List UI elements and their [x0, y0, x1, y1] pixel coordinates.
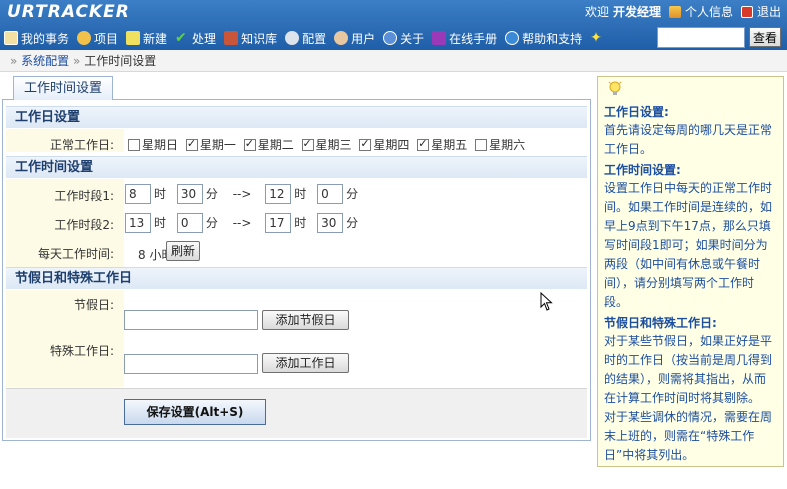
project-icon: [77, 31, 92, 45]
holiday-date-input[interactable]: [124, 310, 258, 330]
nav-users[interactable]: 用户: [334, 30, 375, 47]
logout-icon: [740, 5, 753, 18]
help-special-text: 对于某些调休的情况，需要在周末上班的，则需在“特殊工作日”中将其列出。: [604, 410, 773, 462]
help-holidays-text: 对于某些节假日，如果正好是平时的工作日（按当前是周几得到的结果），则需将其指出，…: [604, 334, 773, 405]
logout-link[interactable]: 退出: [757, 3, 781, 20]
special-workday-input[interactable]: [124, 354, 258, 374]
nav-knowledge[interactable]: 知识库: [224, 30, 277, 47]
book-icon: [432, 31, 447, 45]
weekday-checkboxes: 星期日 星期一 星期二 星期三 星期四 星期五 星期六: [128, 136, 529, 154]
breadcrumb-current: 工作时间设置: [84, 54, 157, 68]
main-nav: 我的事务 项目 新建 ✔ 处理 知识库 配置 用户 关于 在线手册 帮助和支持 ✦: [4, 28, 615, 48]
checkbox-saturday[interactable]: 星期六: [475, 136, 525, 153]
period1-label: 工作时段1:: [54, 189, 114, 203]
help-worktime-title: 工作时间设置:: [604, 163, 681, 177]
checkbox-tuesday[interactable]: 星期二: [243, 136, 294, 153]
username: 开发经理: [612, 5, 661, 19]
daily-hours-label: 每天工作时间:: [37, 247, 114, 261]
help-panel: 工作日设置: 首先请设定每周的哪几天是正常工作日。 工作时间设置: 设置工作日中…: [597, 76, 784, 467]
search-input[interactable]: [657, 27, 745, 48]
info-icon: [383, 31, 398, 45]
nav-help[interactable]: 帮助和支持: [505, 30, 582, 47]
settings-panel: 工作日设置 正常工作日: 星期日 星期一 星期二 星期三 星期四 星期五 星期六…: [2, 99, 591, 441]
period1-end-minute[interactable]: 0: [317, 184, 344, 204]
new-icon: [126, 31, 141, 45]
breadcrumb: » 系统配置 » 工作时间设置: [0, 50, 787, 72]
user-bar: 欢迎 开发经理 个人信息 退出: [585, 3, 781, 20]
checkbox-monday[interactable]: 星期一: [185, 136, 236, 153]
nav-about[interactable]: 关于: [383, 30, 424, 47]
nav-new[interactable]: 新建: [126, 30, 167, 47]
period1-start-minute[interactable]: 30: [176, 184, 203, 204]
checkbox-wednesday[interactable]: 星期三: [301, 136, 352, 153]
nav-extra[interactable]: ✦: [590, 31, 607, 45]
help-worktime-text: 设置工作日中每天的正常工作时间。如果工作时间是连续的，如早上9点到下午17点，那…: [604, 181, 773, 309]
help-workdays-title: 工作日设置:: [604, 105, 669, 119]
save-settings-button[interactable]: 保存设置(Alt+S): [124, 399, 266, 425]
section-workdays: 工作日设置: [6, 106, 587, 128]
special-workday-label: 特殊工作日:: [49, 344, 114, 358]
add-holiday-button[interactable]: 添加节假日: [262, 310, 349, 330]
search-button[interactable]: 查看: [749, 27, 781, 47]
section-holidays: 节假日和特殊工作日: [6, 267, 587, 289]
period1-start-hour[interactable]: 8: [125, 184, 151, 204]
users-icon: [334, 31, 349, 45]
section-worktime: 工作时间设置: [6, 156, 587, 178]
period2-start-minute[interactable]: 0: [176, 213, 203, 233]
profile-link[interactable]: 个人信息: [685, 3, 733, 20]
profile-icon: [668, 5, 681, 18]
period2-end-minute[interactable]: 30: [317, 213, 344, 233]
breadcrumb-system-config[interactable]: 系统配置: [21, 54, 69, 68]
mouse-cursor-icon: [540, 292, 553, 311]
refresh-button[interactable]: 刷新: [166, 241, 200, 261]
period1-end-hour[interactable]: 12: [265, 184, 292, 204]
holiday-label: 节假日:: [73, 298, 114, 312]
period2-row: 13 时 0分 --> 17 时 30 分: [125, 213, 365, 233]
home-icon: [4, 31, 18, 45]
help-holidays-title: 节假日和特殊工作日:: [604, 316, 717, 330]
help-workdays-text: 首先请设定每周的哪几天是正常工作日。: [604, 123, 773, 156]
sparkle-icon: ✦: [590, 30, 602, 46]
checkbox-friday[interactable]: 星期五: [417, 136, 467, 153]
nav-config[interactable]: 配置: [285, 30, 326, 47]
workdays-label: 正常工作日:: [49, 138, 114, 152]
period1-row: 8时 30 分 --> 12 时 0分: [125, 184, 365, 204]
lightbulb-icon: [608, 81, 622, 95]
period2-end-hour[interactable]: 17: [265, 213, 292, 233]
check-icon: ✔: [175, 30, 187, 46]
nav-projects[interactable]: 项目: [77, 30, 118, 47]
gear-icon: [285, 31, 300, 45]
tab-work-time-settings[interactable]: 工作时间设置: [13, 76, 113, 100]
checkbox-sunday[interactable]: 星期日: [128, 136, 178, 153]
top-header: URTRACKER 欢迎 开发经理 个人信息 退出 我的事务 项目 新建 ✔ 处理…: [0, 0, 787, 50]
period2-start-hour[interactable]: 13: [125, 213, 151, 233]
knowledge-icon: [224, 31, 239, 45]
form-footer: 保存设置(Alt+S): [6, 388, 587, 438]
nav-my-tasks[interactable]: 我的事务: [4, 30, 69, 47]
nav-manual[interactable]: 在线手册: [432, 30, 497, 47]
help-icon: [505, 31, 520, 45]
app-logo: URTRACKER: [7, 2, 130, 22]
period2-label: 工作时段2:: [54, 218, 114, 232]
checkbox-thursday[interactable]: 星期四: [359, 136, 409, 153]
add-workday-button[interactable]: 添加工作日: [262, 353, 349, 373]
welcome-text: 欢迎: [584, 5, 609, 19]
nav-process[interactable]: ✔ 处理: [175, 30, 216, 47]
